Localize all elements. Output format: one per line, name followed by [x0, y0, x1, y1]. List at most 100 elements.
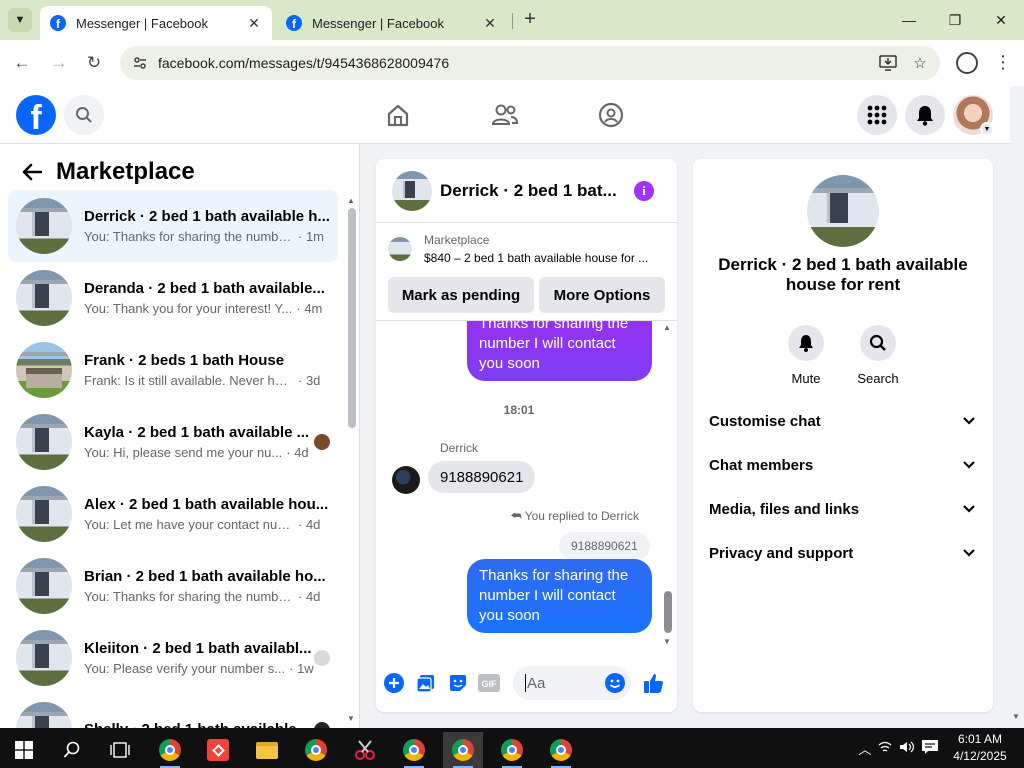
conversation-item-alex[interactable]: Alex · 2 bed 1 bath available hou... You… — [8, 478, 338, 550]
chrome-profile-active-icon[interactable] — [443, 732, 483, 768]
chat-members-section[interactable]: Chat members — [709, 443, 977, 487]
omnibox[interactable]: facebook.com/messages/t/9454368628009476… — [120, 46, 940, 80]
site-settings-icon[interactable] — [130, 53, 150, 73]
plus-icon[interactable] — [383, 672, 405, 694]
conversation-item-kleiiton[interactable]: Kleiiton · 2 bed 1 bath availabl... You:… — [8, 622, 338, 694]
conversation-item-kayla[interactable]: Kayla · 2 bed 1 bath available ... You: … — [8, 406, 338, 478]
show-hidden-icons-chevron-up-icon[interactable]: ︿ — [856, 739, 874, 758]
conversation-name: Kleiiton · 2 bed 1 bath availabl... — [84, 639, 312, 657]
conversation-item-brian[interactable]: Brian · 2 bed 1 bath available ho... You… — [8, 550, 338, 622]
conversation-info-panel: Derrick · 2 bed 1 bath available house f… — [693, 159, 993, 712]
conversation-sidebar: Marketplace Derrick · 2 bed 1 bath avail… — [0, 144, 360, 728]
contact-avatar[interactable] — [807, 175, 879, 247]
tab-close-icon[interactable]: ✕ — [482, 15, 498, 32]
conversation-item-frank[interactable]: Frank · 2 beds 1 bath House Frank: Is it… — [8, 334, 338, 406]
photo-icon[interactable] — [415, 672, 437, 694]
anydesk-icon[interactable] — [198, 732, 238, 768]
conversation-item-shelly[interactable]: Shelly · 2 bed 1 bath available ... — [8, 694, 338, 728]
conversation-item-derrick[interactable]: Derrick · 2 bed 1 bath available h... Yo… — [8, 190, 338, 262]
friends-icon[interactable] — [489, 99, 521, 131]
file-explorer-icon[interactable] — [247, 732, 287, 768]
windows-taskbar: ︿ 6:01 AM 4/12/2025 — [0, 728, 1024, 768]
new-tab-icon[interactable]: + — [520, 9, 540, 29]
task-view-icon[interactable] — [100, 732, 140, 768]
chat-scroll-down-icon[interactable]: ▼ — [663, 637, 671, 646]
sender-avatar[interactable] — [392, 466, 420, 494]
network-icon[interactable] — [874, 741, 896, 756]
incoming-message[interactable]: 9188890621 — [428, 461, 536, 493]
snipping-tool-icon[interactable] — [345, 732, 385, 768]
mark-as-pending-button[interactable]: Mark as pending — [388, 277, 534, 313]
groups-icon[interactable] — [595, 99, 627, 131]
sender-name: Derrick — [440, 441, 478, 455]
back-arrow-icon[interactable] — [16, 156, 48, 188]
listing-thumbnail — [16, 270, 72, 326]
conversation-preview: Frank: Is it still available. Never hea.… — [84, 372, 294, 388]
conversation-time: · 4d — [298, 588, 321, 604]
reply-quote[interactable]: 9188890621 — [559, 532, 650, 560]
conversation-name: Derrick · 2 bed 1 bath available h... — [84, 207, 330, 225]
emoji-icon[interactable] — [604, 672, 626, 694]
browser-profile-icon[interactable] — [956, 52, 978, 74]
search-in-conversation-button[interactable]: Search — [848, 325, 908, 386]
search-icon — [860, 325, 896, 361]
chat-scroll-up-icon[interactable]: ▲ — [663, 323, 671, 332]
tab-close-icon[interactable]: ✕ — [246, 15, 262, 32]
system-clock[interactable]: 6:01 AM 4/12/2025 — [950, 731, 1010, 765]
forward-icon[interactable]: → — [48, 52, 70, 74]
volume-icon[interactable] — [896, 741, 918, 756]
more-options-button[interactable]: More Options — [539, 277, 665, 313]
listing-title[interactable]: $840 – 2 bed 1 bath available house for … — [424, 251, 669, 265]
chat-scrollbar[interactable] — [664, 591, 672, 633]
gif-icon[interactable]: GIF — [478, 672, 500, 694]
browser-tab-active[interactable]: f Messenger | Facebook ✕ — [40, 6, 272, 40]
bookmark-star-icon[interactable]: ☆ — [908, 51, 932, 75]
scroll-up-arrow-icon[interactable]: ▲ — [347, 196, 355, 205]
conversation-time: · 1w — [289, 660, 314, 676]
privacy-support-section[interactable]: Privacy and support — [709, 531, 977, 575]
chrome-profile-5-icon[interactable] — [541, 732, 581, 768]
chrome-profile-4-icon[interactable] — [492, 732, 532, 768]
outgoing-message[interactable]: Thanks for sharing the number I will con… — [467, 321, 652, 381]
chrome-profile-1-icon[interactable] — [150, 732, 190, 768]
restore-icon[interactable]: ❐ — [940, 8, 970, 32]
media-files-links-section[interactable]: Media, files and links — [709, 487, 977, 531]
reload-icon[interactable]: ↻ — [83, 52, 105, 74]
chrome-profile-2-icon[interactable] — [296, 732, 336, 768]
listing-thumbnail — [16, 486, 72, 542]
notification-center-icon[interactable] — [918, 739, 942, 757]
url-text[interactable]: facebook.com/messages/t/9454368628009476 — [158, 55, 876, 71]
conversation-item-deranda[interactable]: Deranda · 2 bed 1 bath available... You:… — [8, 262, 338, 334]
browser-menu-icon[interactable]: ⋮ — [994, 51, 1012, 73]
windows-start-icon[interactable] — [4, 732, 44, 768]
listing-thumbnail — [16, 702, 72, 728]
facebook-logo-icon[interactable]: f — [16, 95, 56, 135]
listing-thumbnail — [388, 237, 412, 261]
chrome-profile-3-icon[interactable] — [394, 732, 434, 768]
account-chevron-down-icon[interactable]: ▼ — [980, 122, 994, 136]
conversation-info-icon[interactable]: i — [634, 181, 654, 201]
sticker-icon[interactable] — [447, 672, 469, 694]
like-icon[interactable] — [643, 672, 665, 694]
back-icon[interactable]: ← — [11, 52, 33, 74]
minimize-icon[interactable]: — — [894, 8, 924, 32]
browser-tab-inactive[interactable]: f Messenger | Facebook ✕ — [276, 6, 508, 40]
scroll-down-arrow-icon[interactable]: ▼ — [347, 714, 355, 723]
conversation-name: Kayla · 2 bed 1 bath available ... — [84, 423, 310, 441]
customise-chat-section[interactable]: Customise chat — [709, 399, 977, 443]
install-app-icon[interactable] — [876, 51, 900, 75]
menu-grid-icon[interactable] — [857, 95, 897, 135]
chat-title[interactable]: Derrick · 2 bed 1 bat... — [440, 181, 620, 201]
outgoing-message[interactable]: Thanks for sharing the number I will con… — [467, 559, 652, 633]
home-icon[interactable] — [382, 99, 414, 131]
tab-search-dropdown[interactable]: ▼ — [8, 8, 32, 32]
search-icon[interactable] — [64, 95, 104, 135]
taskbar-search-icon[interactable] — [52, 732, 92, 768]
sidebar-scrollbar[interactable] — [348, 208, 356, 428]
chat-avatar[interactable] — [392, 170, 432, 211]
facebook-header: f ▼ — [0, 86, 1010, 144]
notifications-icon[interactable] — [905, 95, 945, 135]
close-window-icon[interactable]: ✕ — [986, 8, 1016, 32]
page-scroll-down-icon[interactable]: ▼ — [1012, 712, 1020, 721]
mute-button[interactable]: Mute — [776, 325, 836, 386]
